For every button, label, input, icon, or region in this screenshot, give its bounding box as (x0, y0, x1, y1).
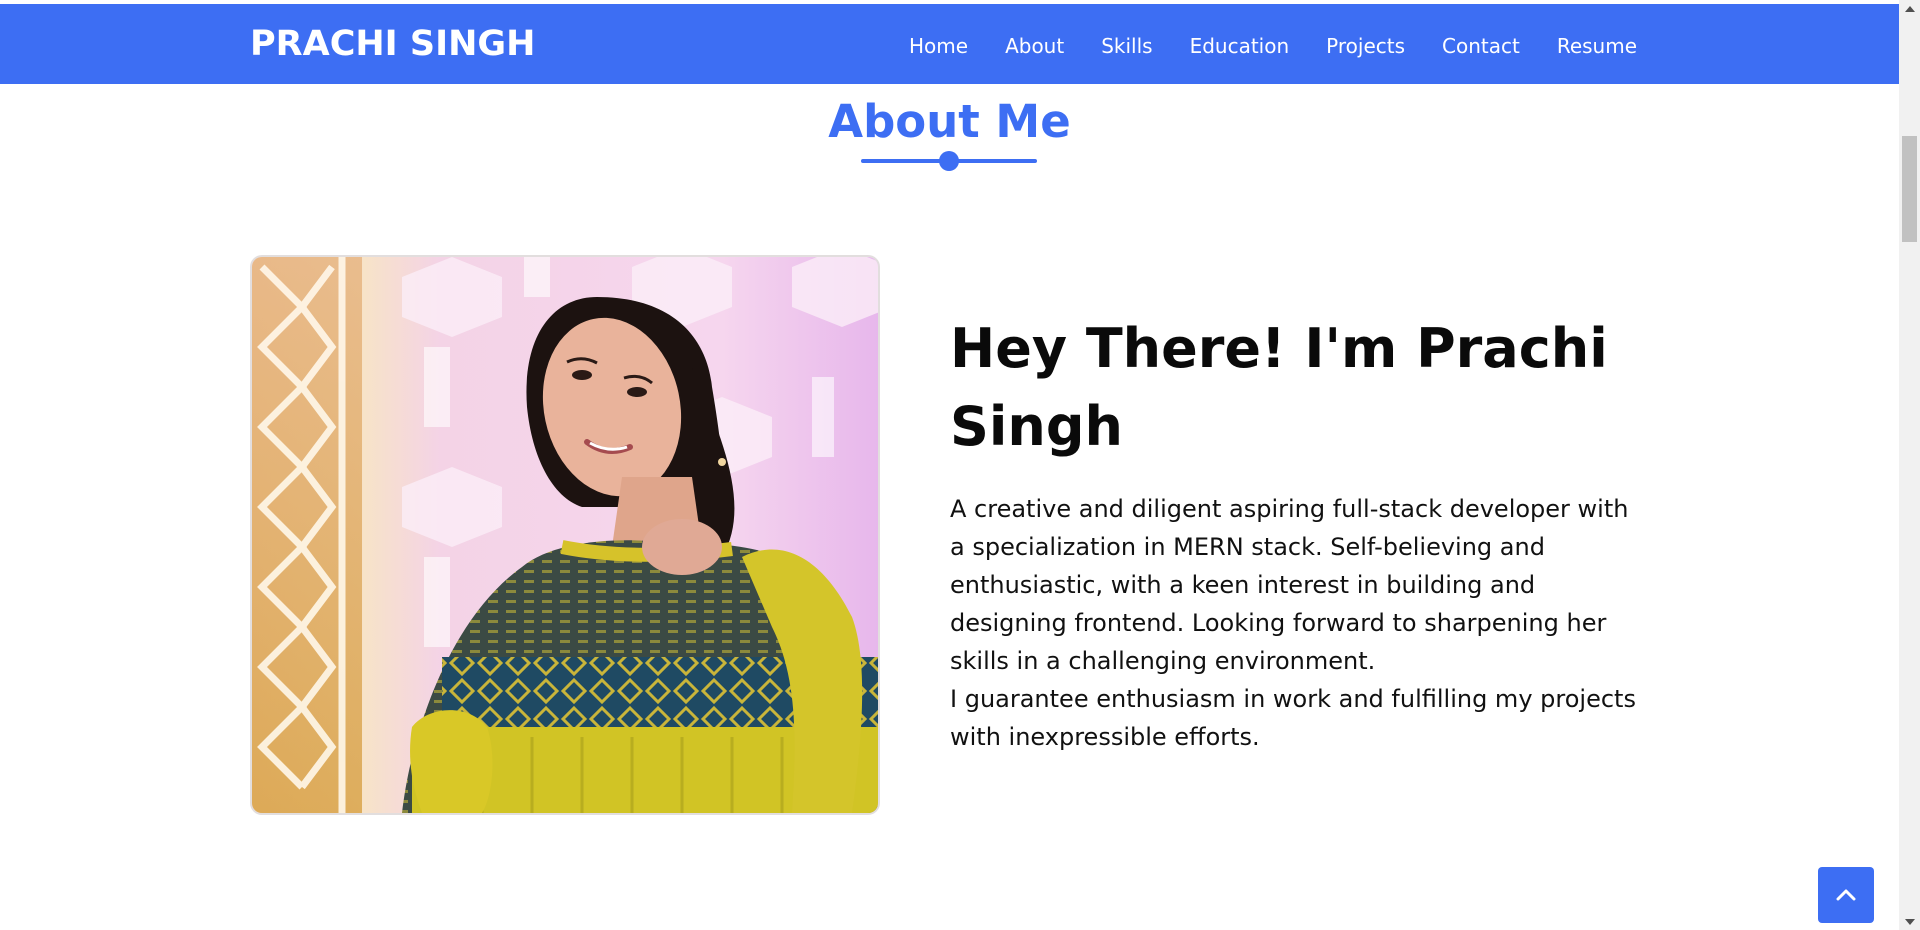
about-description: A creative and diligent aspiring full-st… (950, 490, 1640, 756)
title-underline-dot (939, 151, 959, 171)
page: PRACHI SINGH Home About Skills Education… (0, 0, 1920, 930)
nav-link-home[interactable]: Home (909, 32, 968, 60)
section-title: About Me (828, 95, 1071, 148)
navbar: PRACHI SINGH Home About Skills Education… (0, 4, 1899, 84)
nav-link-education[interactable]: Education (1190, 32, 1290, 60)
about-heading: Hey There! I'm Prachi Singh (950, 317, 1608, 458)
nav-link-contact[interactable]: Contact (1442, 32, 1520, 60)
nav-link-resume[interactable]: Resume (1557, 32, 1637, 60)
scroll-up-arrow-icon[interactable] (1905, 6, 1915, 12)
scroll-to-top-button[interactable] (1818, 867, 1874, 923)
nav-link-about[interactable]: About (1005, 32, 1064, 60)
scrollbar-thumb[interactable] (1902, 136, 1917, 242)
chevron-up-icon (1836, 889, 1856, 901)
profile-photo (250, 255, 880, 815)
profile-photo-illustration (252, 257, 878, 813)
nav-link-skills[interactable]: Skills (1101, 32, 1152, 60)
brand-logo[interactable]: PRACHI SINGH (250, 24, 535, 64)
about-paragraph: I guarantee enthusiasm in work and fulfi… (950, 685, 1636, 751)
about-paragraph: A creative and diligent aspiring full-st… (950, 495, 1629, 675)
nav-links: Home About Skills Education Projects Con… (909, 32, 1637, 60)
nav-link-projects[interactable]: Projects (1326, 32, 1405, 60)
scroll-down-arrow-icon[interactable] (1905, 919, 1915, 925)
